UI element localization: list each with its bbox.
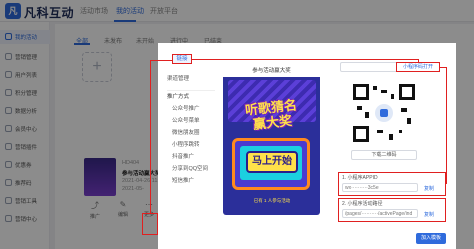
promotion-menu: 渠道管理 推广方式 公众号推广 公众号菜单 微信朋友圈 小程序跳转 抖音推广 分… bbox=[167, 66, 215, 196]
connector-line bbox=[440, 67, 447, 69]
connector-line bbox=[150, 60, 172, 62]
copy-appid-button[interactable]: 复制 bbox=[424, 185, 434, 192]
start-button[interactable]: 马上开始 bbox=[246, 151, 298, 173]
menu-official-account-menu[interactable]: 公众号菜单 bbox=[172, 116, 200, 124]
menu-qq-zone[interactable]: 分享到QQ空间 bbox=[172, 164, 208, 172]
mini-program-code-tab[interactable]: 小程序码打开 bbox=[396, 62, 440, 72]
menu-official-account[interactable]: 公众号推广 bbox=[172, 104, 200, 112]
highlight-more-button bbox=[142, 213, 158, 235]
menu-sms[interactable]: 短信推广 bbox=[172, 176, 194, 184]
copy-path-button[interactable]: 复制 bbox=[424, 211, 434, 218]
menu-mini-program[interactable]: 小程序跳转 bbox=[172, 140, 200, 148]
connector-line bbox=[446, 67, 448, 184]
participants-text: 已有 1 人参与活动 bbox=[253, 198, 291, 203]
connector-line bbox=[418, 59, 420, 63]
path-value: /pages/··········/activePage/ind bbox=[345, 211, 413, 217]
menu-moments[interactable]: 微信朋友圈 bbox=[172, 128, 200, 136]
link-tab[interactable]: 链接 bbox=[172, 54, 192, 64]
menu-channel-management[interactable]: 渠道管理 bbox=[167, 74, 189, 82]
connector-line bbox=[150, 60, 152, 213]
menu-promotion-methods: 推广方式 bbox=[167, 94, 190, 100]
appid-label: 1. 小程序APPID bbox=[342, 175, 378, 181]
add-template-button[interactable]: 加入模板 bbox=[416, 233, 446, 244]
qr-code-image bbox=[351, 82, 417, 144]
menu-divider bbox=[167, 90, 215, 91]
appid-value: wx··········3c5e bbox=[345, 185, 379, 191]
menu-douyin[interactable]: 抖音推广 bbox=[172, 152, 194, 160]
download-qr-button[interactable]: 下载二维码 bbox=[351, 150, 417, 160]
connector-line bbox=[192, 59, 418, 61]
path-label: 2. 小程序活动路径 bbox=[342, 201, 383, 207]
phone-title: 参与活动赢大奖 bbox=[223, 65, 320, 77]
